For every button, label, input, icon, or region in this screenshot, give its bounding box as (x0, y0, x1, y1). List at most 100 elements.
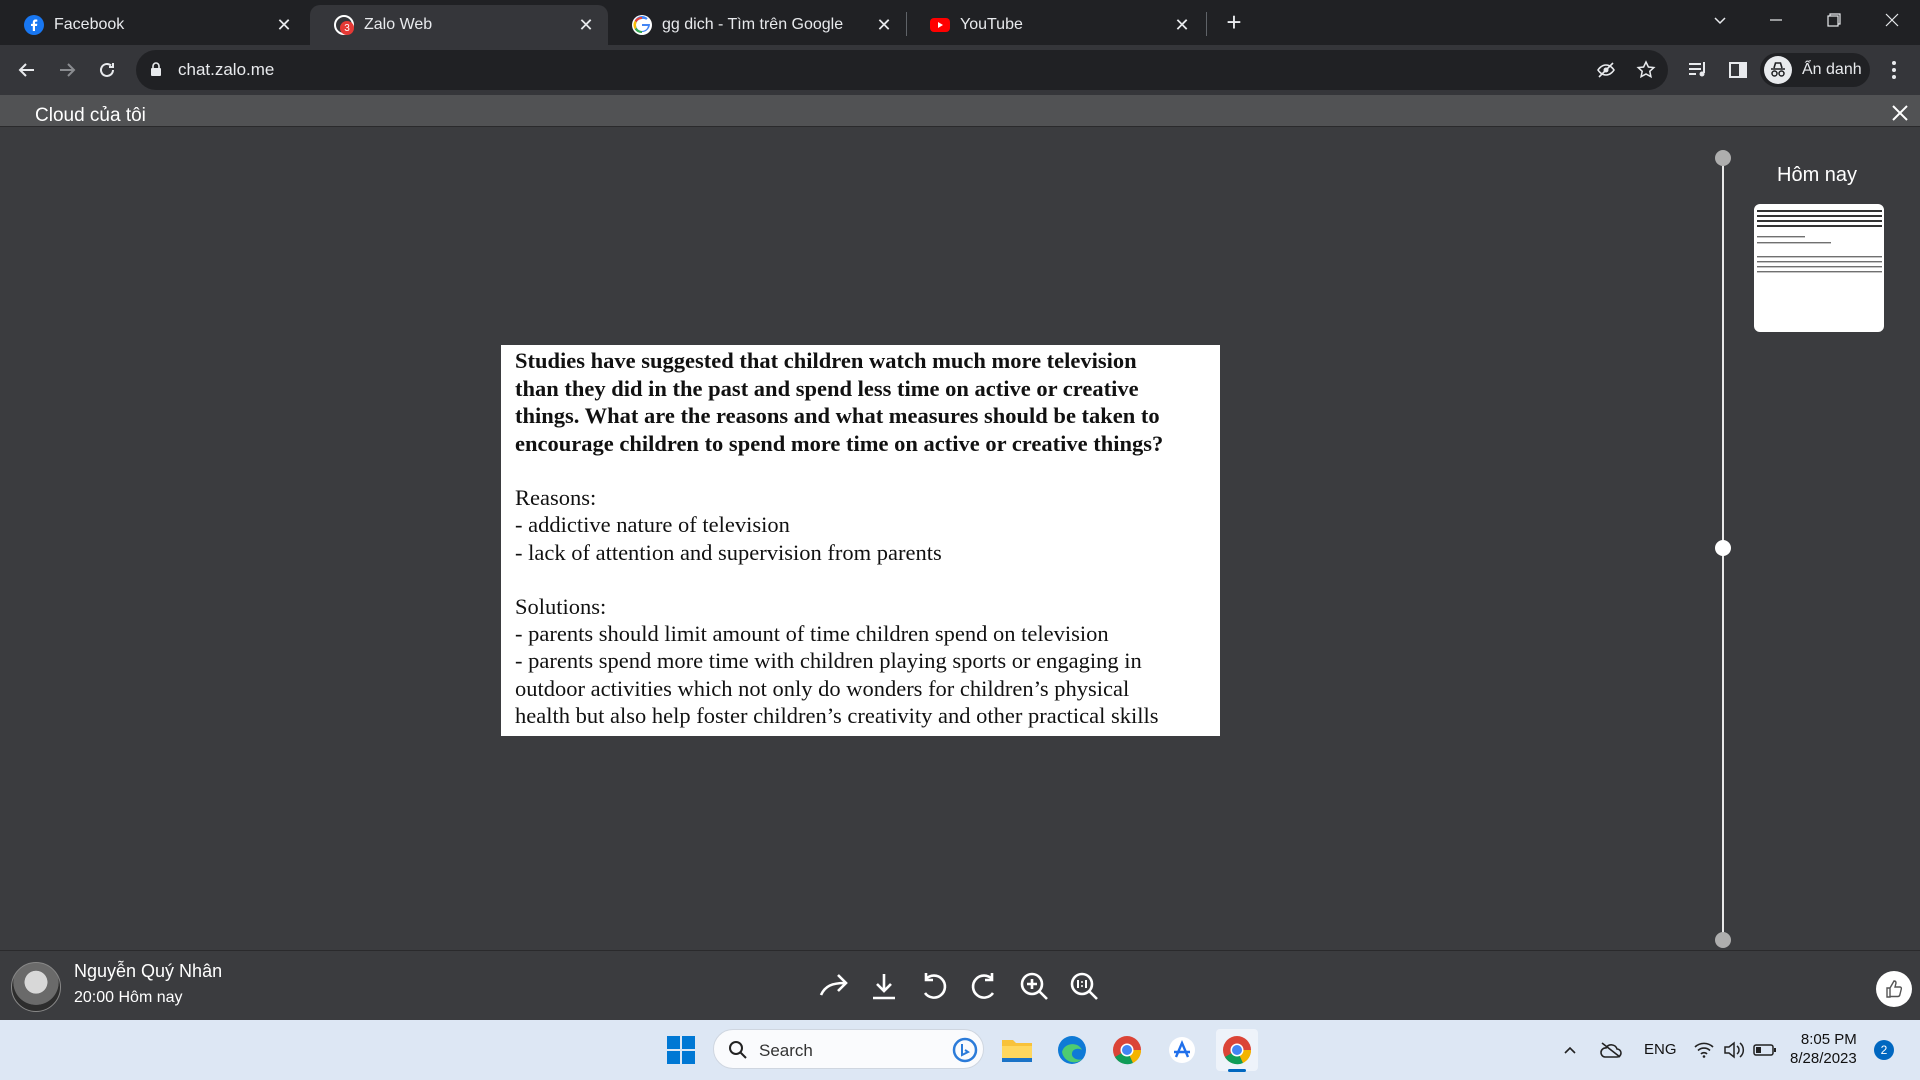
battery-status[interactable] (1753, 1039, 1777, 1061)
browser-menu-button[interactable] (1882, 58, 1906, 82)
clock-time: 8:05 PM (1800, 1031, 1857, 1048)
active-app-indicator (1228, 1069, 1246, 1072)
close-tab-icon[interactable]: ✕ (274, 15, 294, 35)
rotate-left-icon (923, 973, 947, 999)
reason-item: - lack of attention and supervision from… (515, 539, 942, 565)
close-window-button[interactable] (1864, 0, 1920, 40)
network-status[interactable] (1694, 1039, 1714, 1061)
input-language[interactable]: ENG (1644, 1041, 1677, 1058)
address-bar[interactable]: chat.zalo.me (136, 50, 1668, 90)
chrome-incognito-button[interactable] (1216, 1029, 1258, 1072)
side-panel-button[interactable] (1726, 58, 1750, 82)
tab-title: YouTube (960, 16, 1023, 33)
timeline-start-dot[interactable] (1715, 150, 1731, 166)
actual-size-button[interactable] (1065, 967, 1103, 1005)
essay-question: Studies have suggested that children wat… (515, 347, 1206, 457)
close-tab-icon[interactable]: ✕ (874, 15, 894, 35)
profile-label: Ẩn danh (1802, 61, 1862, 78)
taskbar-search-box[interactable]: Search (713, 1029, 984, 1069)
tab-title: gg dich - Tìm trên Google (662, 16, 844, 33)
tab-notification-badge: 3 (340, 21, 354, 35)
clock-date: 8/28/2023 (1790, 1050, 1857, 1067)
minimize-button[interactable] (1748, 0, 1804, 40)
forward-button[interactable] (51, 54, 83, 86)
google-icon (632, 15, 652, 35)
tab-google-search[interactable]: gg dich - Tìm trên Google ✕ (608, 5, 906, 45)
more-vertical-icon (1892, 61, 1896, 79)
browser-tab-strip: Facebook ✕ 3 Zalo Web ✕ gg dich - Tìm tr… (0, 0, 1920, 45)
notification-badge[interactable]: 2 (1874, 1040, 1894, 1060)
rotate-right-button[interactable] (965, 967, 1003, 1005)
timeline-position-handle[interactable] (1715, 540, 1731, 556)
forward-image-button[interactable] (815, 967, 853, 1005)
browser-toolbar: chat.zalo.me Ẩn danh (0, 45, 1920, 95)
share-forward-icon (819, 974, 848, 996)
app-store-icon (1169, 1037, 1195, 1063)
file-explorer-button[interactable] (996, 1029, 1038, 1071)
incognito-profile-button[interactable]: Ẩn danh (1760, 53, 1870, 87)
close-tab-icon[interactable]: ✕ (576, 15, 596, 35)
windows-taskbar: Search ENG 8:05 PM 8/28/2023 2 (0, 1020, 1920, 1080)
avatar[interactable] (11, 962, 61, 1012)
bookmark-star-icon[interactable] (1636, 60, 1656, 80)
solution-item: - parents should limit amount of time ch… (515, 621, 1109, 647)
solution-item: - parents spend more time with children … (515, 648, 1142, 674)
chrome-button[interactable] (1106, 1029, 1148, 1071)
like-button[interactable] (1876, 971, 1912, 1007)
translate-app-button[interactable] (1161, 1029, 1203, 1071)
start-button[interactable] (660, 1029, 702, 1071)
onedrive-status[interactable] (1598, 1039, 1624, 1061)
incognito-icon (1764, 56, 1792, 84)
lock-icon[interactable] (150, 62, 162, 82)
chrome-icon (1223, 1036, 1252, 1065)
reload-icon (100, 62, 114, 77)
new-tab-button[interactable]: + (1218, 6, 1250, 38)
solutions-heading: Solutions: (515, 593, 607, 619)
close-viewer-button[interactable] (1888, 101, 1912, 125)
chevron-up-icon (1564, 1046, 1576, 1054)
question-line: things. What are the reasons and what me… (515, 403, 1160, 428)
tab-zalo-web[interactable]: 3 Zalo Web ✕ (310, 5, 608, 45)
volume-control[interactable] (1723, 1039, 1745, 1061)
reload-button[interactable] (91, 54, 123, 86)
image-thumbnail[interactable] (1754, 204, 1884, 332)
close-tab-icon[interactable]: ✕ (1172, 15, 1192, 35)
question-line: than they did in the past and spend less… (515, 375, 1139, 401)
rotate-left-button[interactable] (915, 967, 953, 1005)
show-hidden-icons-button[interactable] (1560, 1039, 1580, 1061)
edge-icon (1058, 1036, 1086, 1064)
image-viewer-header: Cloud của tôi (0, 95, 1920, 127)
solution-item: health but also help foster children’s c… (515, 703, 1159, 729)
tab-title: Facebook (54, 16, 125, 33)
tab-search-button[interactable] (1692, 0, 1748, 40)
url-text[interactable]: chat.zalo.me (178, 60, 274, 80)
question-line: Studies have suggested that children wat… (515, 348, 1137, 373)
side-panel-icon (1729, 62, 1747, 78)
back-button[interactable] (11, 54, 43, 86)
speaker-icon (1724, 1041, 1745, 1059)
sender-name: Nguyễn Quý Nhân (74, 961, 223, 981)
edge-browser-button[interactable] (1051, 1029, 1093, 1071)
tab-facebook[interactable]: Facebook ✕ (0, 5, 306, 45)
timeline-end-dot[interactable] (1715, 932, 1731, 948)
folder-icon (1002, 1040, 1032, 1062)
bing-chat-icon[interactable] (952, 1037, 978, 1063)
viewed-image[interactable]: Studies have suggested that children wat… (501, 345, 1220, 736)
zoom-in-button[interactable] (1015, 967, 1053, 1005)
viewer-title: Cloud của tôi (35, 105, 146, 126)
image-viewer-footer: Nguyễn Quý Nhân 20:00 Hôm nay (0, 950, 1920, 1020)
rotate-right-icon (971, 973, 995, 999)
restore-button[interactable] (1806, 0, 1862, 40)
eye-off-icon[interactable] (1596, 60, 1616, 80)
download-image-button[interactable] (865, 967, 903, 1005)
date-group-label: Hôm nay (1777, 164, 1858, 186)
zoom-in-icon (1020, 972, 1048, 1000)
restore-icon (1827, 13, 1841, 27)
arrow-left-icon (18, 63, 34, 77)
tab-youtube[interactable]: YouTube ✕ (906, 5, 1204, 45)
reasons-heading: Reasons: (515, 485, 597, 510)
taskbar-clock[interactable]: 8:05 PM 8/28/2023 (1790, 1030, 1857, 1068)
question-line: encourage children to spend more time on… (515, 430, 1164, 456)
reading-list-button[interactable] (1686, 58, 1710, 82)
